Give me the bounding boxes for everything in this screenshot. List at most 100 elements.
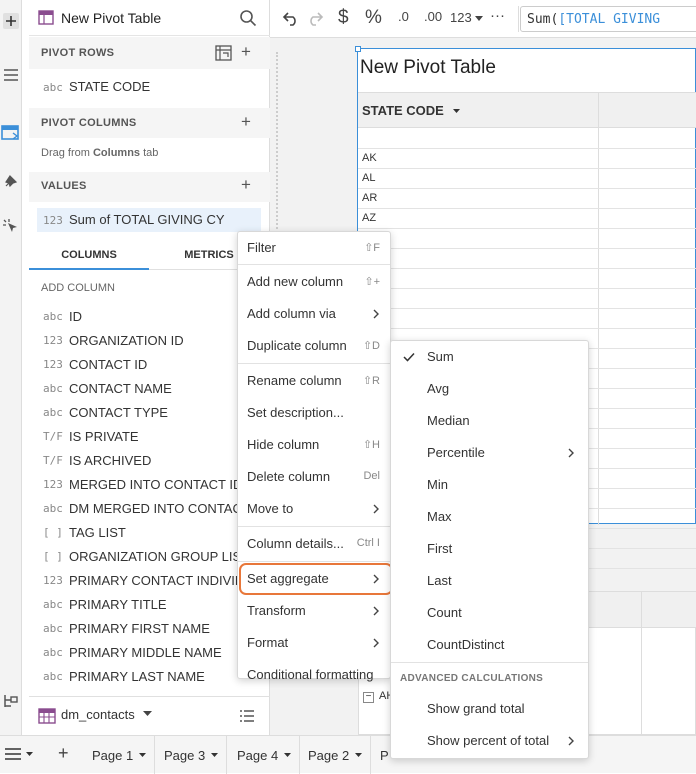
number-format-button[interactable]: 123 (450, 10, 472, 25)
value-label: Sum of TOTAL GIVING CY (69, 212, 225, 227)
menu-item-rename-column[interactable]: Rename column ⇧R (238, 365, 390, 397)
menu-icon[interactable] (4, 747, 24, 761)
caret-down-icon[interactable] (284, 753, 292, 757)
source-footer: dm_contacts (29, 696, 270, 735)
resize-handle[interactable] (355, 46, 361, 52)
column-name: CONTACT TYPE (69, 405, 168, 420)
page-tab[interactable]: Page 2 (300, 736, 372, 774)
advanced-option-show-grand-total[interactable]: Show grand total (391, 693, 588, 725)
list-view-icon[interactable] (239, 708, 255, 724)
add-value-icon[interactable]: + (241, 175, 251, 195)
list-icon[interactable] (0, 64, 22, 86)
aggregate-option-countdistinct[interactable]: CountDistinct (391, 629, 588, 661)
add-column-label[interactable]: ADD COLUMN (41, 282, 115, 294)
menu-item-transform[interactable]: Transform (238, 595, 390, 627)
row-header-label[interactable]: STATE CODE (362, 103, 444, 118)
menu-item-label: Hide column (247, 437, 320, 452)
column-context-menu: Filter ⇧F Add new column ⇧+ Add column via Du… (237, 231, 393, 682)
caret-down-icon[interactable] (143, 711, 152, 717)
menu-item-filter[interactable]: Filter ⇧F (238, 233, 390, 263)
caret-down-icon[interactable] (453, 109, 460, 113)
pivot-layout-icon[interactable] (215, 45, 232, 61)
percent-format-button[interactable]: % (365, 7, 382, 29)
add-pivot-column-icon[interactable]: + (241, 112, 251, 132)
menu-item-label: Transform (247, 603, 306, 618)
type-tag: [ ] (43, 550, 63, 563)
menu-item-hide-column[interactable]: Hide column ⇧H (238, 429, 390, 461)
add-page-icon[interactable]: + (58, 743, 69, 764)
pivot-row-label: STATE CODE (69, 79, 151, 94)
table-icon[interactable] (0, 122, 22, 144)
menu-item-set-aggregate[interactable]: Set aggregate (238, 563, 393, 595)
aggregate-option-max[interactable]: Max (391, 501, 588, 533)
value-item[interactable]: 123 Sum of TOTAL GIVING CY (37, 208, 261, 232)
formula-reference: [TOTAL GIVING (558, 12, 661, 27)
page-tab-label: P (380, 747, 389, 763)
cursor-icon[interactable] (0, 216, 22, 238)
aggregate-option-avg[interactable]: Avg (391, 373, 588, 405)
caret-down-icon[interactable] (211, 753, 219, 757)
aggregate-option-sum[interactable]: Sum (391, 341, 588, 373)
decrease-decimals-button[interactable]: .0 (398, 9, 409, 24)
menu-shortcut: ⇧H (362, 439, 380, 451)
add-pivot-row-icon[interactable]: + (241, 42, 251, 62)
page-tab[interactable]: Page 3 (156, 736, 228, 774)
search-icon[interactable] (239, 9, 257, 27)
pin-icon[interactable] (0, 170, 22, 192)
advanced-option-show-percent-of-total[interactable]: Show percent of total (391, 725, 588, 757)
tree-icon[interactable] (0, 690, 22, 712)
left-rail (0, 0, 22, 735)
state-row-label[interactable]: AR (362, 192, 377, 204)
aggregate-option-last[interactable]: Last (391, 565, 588, 597)
aggregate-option-count[interactable]: Count (391, 597, 588, 629)
aggregate-option-min[interactable]: Min (391, 469, 588, 501)
column-name: ID (69, 309, 82, 324)
pivot-table-icon (38, 10, 54, 25)
menu-item-label: Conditional formatting (247, 667, 374, 682)
advanced-calculations-title: ADVANCED CALCULATIONS (400, 673, 544, 684)
redo-icon[interactable] (306, 10, 324, 26)
menu-item-add-new-column[interactable]: Add new column ⇧+ (238, 266, 390, 298)
menu-item-add-column-via[interactable]: Add column via (238, 298, 390, 330)
pivot-header-row: STATE CODE (358, 92, 696, 128)
type-tag: abc (43, 670, 63, 683)
aggregate-option-first[interactable]: First (391, 533, 588, 565)
caret-down-icon[interactable] (139, 753, 147, 757)
column-name: IS PRIVATE (69, 429, 139, 444)
type-tag: 123 (43, 334, 63, 347)
menu-item-duplicate-column[interactable]: Duplicate column ⇧D (238, 330, 390, 362)
more-options-button[interactable]: ··· (490, 7, 505, 24)
increase-decimals-button[interactable]: .00 (424, 9, 442, 24)
undo-icon[interactable] (282, 10, 300, 26)
currency-format-button[interactable]: $ (338, 7, 349, 29)
menu-item-delete-column[interactable]: Delete column Del (238, 461, 390, 493)
aggregate-option-median[interactable]: Median (391, 405, 588, 437)
tab-columns[interactable]: COLUMNS (29, 240, 149, 270)
type-tag: abc (43, 502, 63, 515)
menu-item-label: Set description... (247, 405, 344, 420)
pivot-row-item[interactable]: abc STATE CODE (41, 76, 261, 98)
collapse-icon[interactable]: − (363, 692, 374, 703)
source-name[interactable]: dm_contacts (61, 707, 135, 722)
menu-item-format[interactable]: Format (238, 627, 390, 659)
menu-item-move-to[interactable]: Move to (238, 493, 390, 525)
add-icon[interactable] (0, 10, 22, 32)
type-tag: 123 (43, 214, 63, 227)
menu-item-set-description[interactable]: Set description... (238, 397, 390, 429)
column-name: PRIMARY TITLE (69, 597, 167, 612)
panel-tabs: COLUMNS METRICS (29, 240, 270, 270)
state-row-label[interactable]: AZ (362, 212, 376, 224)
page-tab[interactable]: Page 1 (84, 736, 156, 774)
state-row-label[interactable]: AL (362, 172, 375, 184)
state-row-label[interactable]: AK (362, 152, 377, 164)
menu-item-column-details[interactable]: Column details... Ctrl I (238, 528, 390, 560)
caret-down-icon[interactable] (355, 753, 363, 757)
page-tab[interactable]: Page 4 (229, 736, 301, 774)
caret-down-icon[interactable] (26, 752, 33, 756)
aggregate-submenu: Sum Avg Median Percentile Min Max First Last Cou… (390, 340, 589, 759)
caret-down-icon[interactable] (475, 16, 483, 21)
menu-item-conditional-formatting[interactable]: Conditional formatting (238, 659, 390, 691)
formula-bar[interactable]: Sum([TOTAL GIVING (520, 6, 696, 32)
aggregate-option-percentile[interactable]: Percentile (391, 437, 588, 469)
column-name: ORGANIZATION ID (69, 333, 184, 348)
